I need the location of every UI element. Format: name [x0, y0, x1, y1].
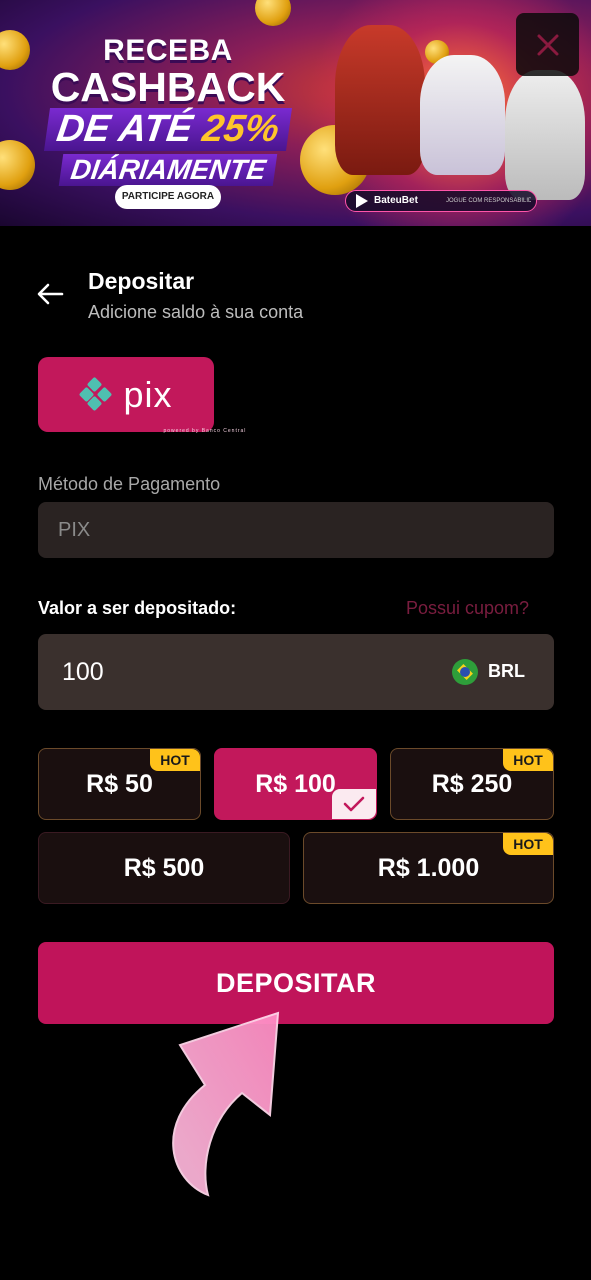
banner-line4: DIÁRIAMENTE [58, 154, 278, 186]
promo-banner[interactable]: RECEBA CASHBACK DE ATÉ 25% DIÁRIAMENTE P… [0, 0, 591, 226]
banner-line2: CASHBACK [50, 64, 286, 110]
amount-input[interactable]: 100 BRL [38, 634, 554, 710]
close-icon [537, 34, 558, 55]
pix-logo-caption: powered by Banco Central [163, 427, 247, 434]
bull-character [335, 25, 425, 175]
bunny-character [420, 55, 505, 175]
preset-label: R$ 1.000 [377, 853, 480, 882]
pointer-arrow-icon [172, 1011, 280, 1197]
back-arrow-icon[interactable] [36, 282, 64, 306]
brand-note: JOGUE COM RESPONSABILIDADE [446, 198, 531, 204]
hot-badge: HOT [150, 749, 200, 771]
preset-50-button[interactable]: R$ 50 HOT [38, 748, 201, 820]
method-field: PIX [38, 502, 554, 558]
amount-value[interactable]: 100 [62, 658, 104, 687]
preset-100-button[interactable]: R$ 100 [214, 748, 377, 820]
preset-label: R$ 50 [86, 769, 153, 798]
method-label: Método de Pagamento [38, 474, 221, 494]
preset-1000-button[interactable]: R$ 1.000 HOT [303, 832, 554, 904]
banner-cta-button[interactable]: PARTICIPE AGORA [115, 185, 221, 209]
banner-brand-badge: BateuBet JOGUE COM RESPONSABILIDADE [345, 190, 537, 212]
banner-line3: DE ATÉ 25% [44, 108, 292, 151]
banner-percentage: 25% [199, 108, 282, 150]
brazil-flag-icon [452, 659, 478, 685]
brand-name: BateuBet [374, 195, 418, 206]
preset-500-button[interactable]: R$ 500 [38, 832, 290, 904]
hot-badge: HOT [503, 749, 553, 771]
close-button[interactable] [516, 13, 579, 76]
pix-payment-option[interactable]: pix powered by Banco Central [38, 357, 245, 434]
currency-label: BRL [488, 661, 525, 681]
pix-logo-icon [80, 377, 112, 410]
banner-line1: RECEBA [103, 34, 233, 67]
amount-label: Valor a ser depositado: [38, 598, 237, 618]
pix-logo-text: pix powered by Banco Central [123, 376, 245, 434]
coin-decoration [0, 140, 35, 190]
preset-label: R$ 500 [123, 853, 205, 882]
preset-250-button[interactable]: R$ 250 HOT [390, 748, 554, 820]
coin-decoration [0, 30, 30, 70]
deposit-button[interactable]: DEPOSITAR [38, 942, 554, 1024]
sage-character [505, 70, 585, 200]
page-title: Depositar [88, 268, 195, 294]
preset-label: R$ 250 [431, 769, 513, 798]
hot-badge: HOT [503, 833, 553, 855]
coupon-link[interactable]: Possui cupom? [406, 598, 529, 619]
checkmark-icon [332, 789, 376, 819]
coin-decoration [255, 0, 291, 26]
brand-logo-icon [356, 194, 368, 208]
page-subtitle: Adicione saldo à sua conta [88, 302, 304, 322]
preset-label: R$ 100 [255, 769, 336, 798]
